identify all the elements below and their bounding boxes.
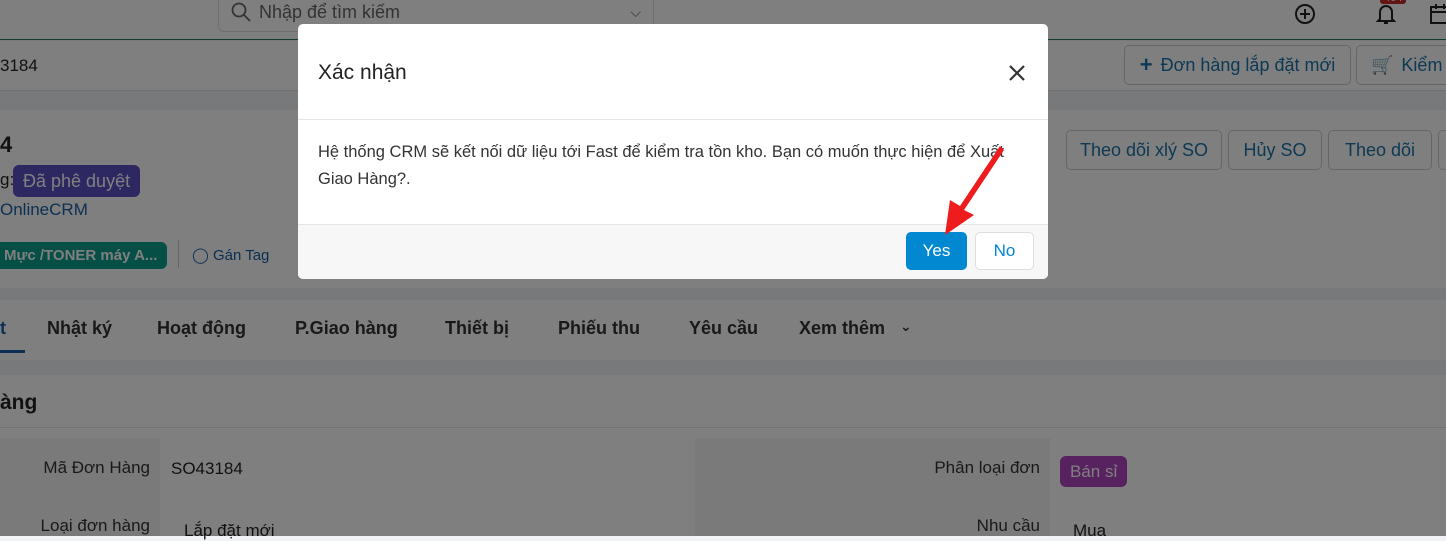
close-icon[interactable] <box>1008 64 1026 82</box>
dialog-title: Xác nhận <box>318 61 407 84</box>
red-arrow-annotation <box>945 146 1004 235</box>
divider <box>298 119 1048 120</box>
dialog-message: Hệ thống CRM sẽ kết nối dữ liệu tới Fast… <box>318 143 1004 188</box>
